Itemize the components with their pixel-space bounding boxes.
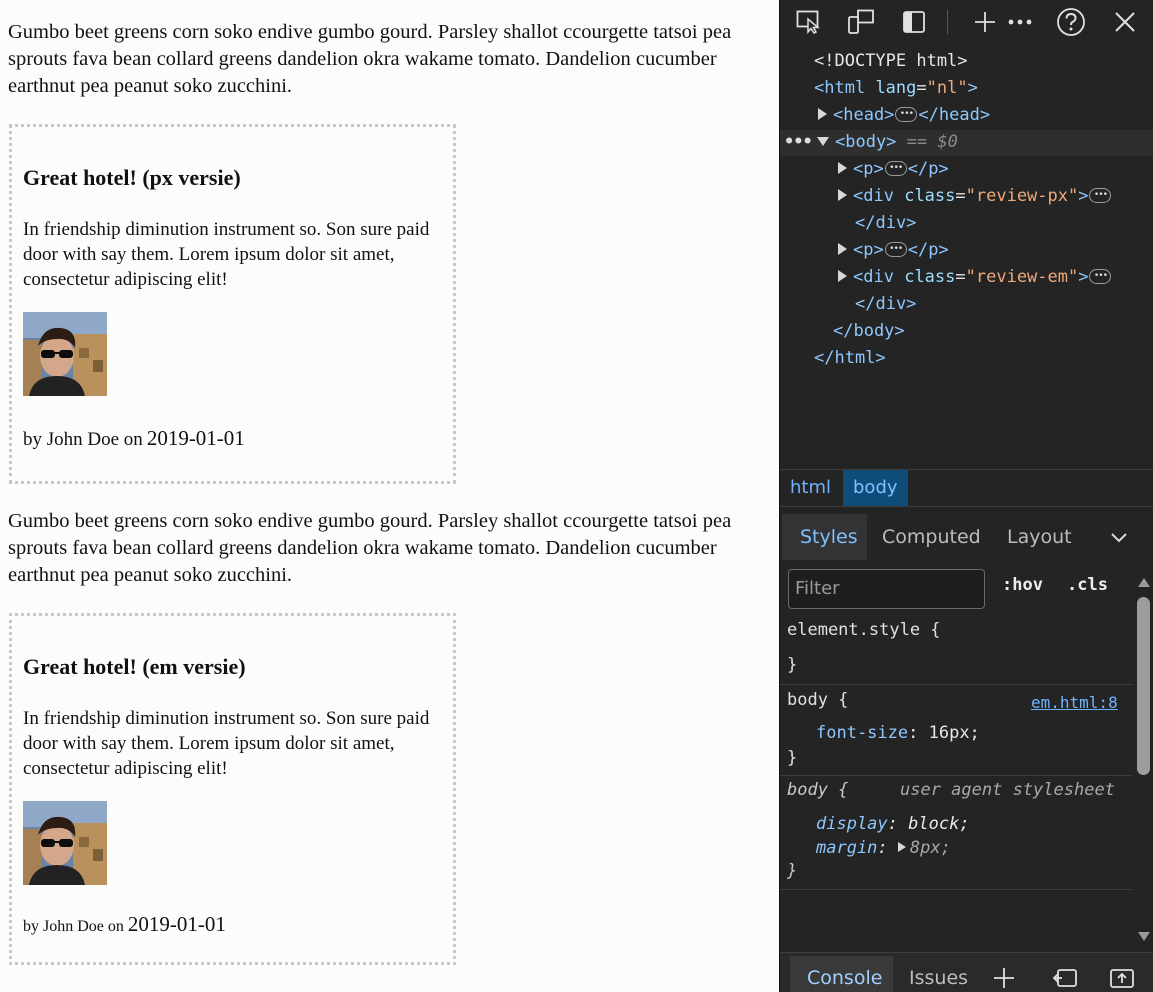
body-rule-selector[interactable]: body { bbox=[787, 690, 848, 710]
tab-layout[interactable]: Layout bbox=[1007, 515, 1072, 559]
expand-triangle-icon[interactable] bbox=[838, 243, 847, 255]
cls-toggle[interactable]: .cls bbox=[1067, 575, 1108, 595]
inspect-element-icon[interactable] bbox=[794, 7, 824, 37]
add-tab-icon[interactable] bbox=[970, 7, 1000, 37]
device-emulation-icon[interactable] bbox=[846, 7, 876, 37]
add-drawer-tab-icon[interactable] bbox=[992, 966, 1016, 992]
collapsed-content-icon[interactable] bbox=[884, 155, 907, 181]
breadcrumb-body[interactable]: body bbox=[843, 470, 908, 506]
sidebar-icon[interactable] bbox=[899, 7, 929, 37]
rule-close-brace: } bbox=[787, 861, 798, 881]
ua-rule-selector[interactable]: body { bbox=[787, 780, 848, 800]
scrollbar-thumb[interactable] bbox=[1137, 597, 1150, 775]
dom-html-close: </html> bbox=[814, 348, 886, 368]
dom-body-close: </body> bbox=[833, 321, 905, 341]
scroll-down-icon[interactable] bbox=[1137, 928, 1151, 947]
dom-div-review-px-node[interactable]: <div class="review-px"> bbox=[838, 182, 1112, 209]
collapsed-content-icon[interactable] bbox=[895, 101, 918, 127]
drawer-tab-issues[interactable]: Issues bbox=[909, 967, 968, 989]
dom-doctype[interactable]: <!DOCTYPE html> bbox=[814, 48, 968, 74]
avatar bbox=[23, 312, 107, 396]
scroll-up-icon[interactable] bbox=[1137, 573, 1151, 592]
tab-styles[interactable]: Styles bbox=[800, 515, 858, 559]
rule-close-brace: } bbox=[787, 748, 798, 768]
styles-pane: element.style { } body { em.html:8 font-… bbox=[780, 614, 1132, 954]
divider bbox=[780, 775, 1132, 776]
devtools-panel: <!DOCTYPE html> <html lang="nl"> <head><… bbox=[779, 0, 1153, 992]
page-preview: Gumbo beet greens corn soko endive gumbo… bbox=[0, 0, 779, 992]
help-icon[interactable] bbox=[1056, 7, 1086, 37]
avatar bbox=[23, 801, 107, 885]
styles-filter-input[interactable]: Filter bbox=[788, 569, 985, 609]
css-declaration-display[interactable]: display: block; bbox=[816, 814, 970, 834]
byline-date: 2019-01-01 bbox=[146, 426, 245, 450]
expand-drawer-icon[interactable] bbox=[1109, 966, 1135, 992]
byline-author: by John Doe on bbox=[23, 918, 124, 935]
byline: by John Doe on 2019-01-01 bbox=[23, 426, 245, 451]
divider bbox=[780, 684, 1132, 685]
rule-close-brace: } bbox=[787, 655, 798, 675]
divider bbox=[780, 889, 1132, 890]
dom-div-review-em-node[interactable]: <div class="review-em"> bbox=[838, 263, 1112, 290]
dom-head-node[interactable]: <head></head> bbox=[818, 101, 990, 128]
collapse-triangle-icon[interactable] bbox=[817, 136, 829, 146]
css-declaration-font-size[interactable]: font-size: 16px; bbox=[816, 723, 980, 743]
more-icon[interactable] bbox=[1005, 7, 1035, 37]
dom-p-node[interactable]: <p></p> bbox=[838, 155, 949, 182]
hov-toggle[interactable]: :hov bbox=[1002, 575, 1043, 595]
collapsed-content-icon[interactable] bbox=[884, 236, 907, 262]
divider bbox=[780, 506, 1153, 507]
byline-date: 2019-01-01 bbox=[127, 912, 226, 936]
css-declaration-margin[interactable]: margin: 8px; bbox=[816, 838, 951, 858]
dom-row-menu-icon[interactable]: ••• bbox=[784, 129, 813, 155]
dom-html-node[interactable]: <html lang="nl"> bbox=[814, 75, 978, 101]
rule-source-link[interactable]: em.html:8 bbox=[1031, 693, 1118, 712]
review-text: In friendship diminution instrument so. … bbox=[23, 219, 430, 290]
paragraph: Gumbo beet greens corn soko endive gumbo… bbox=[8, 21, 732, 97]
byline-author: by John Doe on bbox=[23, 429, 143, 450]
dock-side-icon[interactable] bbox=[1052, 966, 1078, 992]
toolbar-divider bbox=[947, 10, 948, 34]
collapsed-content-icon[interactable] bbox=[1089, 263, 1112, 289]
ua-source-label: user agent stylesheet bbox=[900, 780, 1115, 800]
review-em-card: Great hotel! (em versie) In friendship d… bbox=[9, 613, 456, 965]
paragraph: Gumbo beet greens corn soko endive gumbo… bbox=[8, 510, 732, 586]
expand-triangle-icon[interactable] bbox=[838, 270, 847, 282]
close-icon[interactable] bbox=[1110, 7, 1140, 37]
byline: by John Doe on 2019-01-01 bbox=[23, 912, 226, 937]
expand-triangle-icon[interactable] bbox=[897, 842, 906, 852]
dom-p-node[interactable]: <p></p> bbox=[838, 236, 949, 263]
expand-triangle-icon[interactable] bbox=[838, 189, 847, 201]
expand-triangle-icon[interactable] bbox=[818, 108, 827, 120]
dom-div-close: </div> bbox=[855, 213, 917, 233]
review-text: In friendship diminution instrument so. … bbox=[23, 708, 430, 779]
dom-body-node[interactable]: <body> == $0 bbox=[817, 129, 958, 155]
review-title: Great hotel! (px versie) bbox=[23, 165, 241, 190]
breadcrumb-html[interactable]: html bbox=[780, 470, 841, 506]
review-px-card: Great hotel! (px versie) In friendship d… bbox=[9, 124, 456, 484]
drawer-tab-console[interactable]: Console bbox=[807, 967, 882, 989]
tab-computed[interactable]: Computed bbox=[882, 515, 981, 559]
review-title: Great hotel! (em versie) bbox=[23, 654, 246, 679]
collapsed-content-icon[interactable] bbox=[1089, 182, 1112, 208]
element-style-rule[interactable]: element.style { bbox=[787, 620, 941, 640]
expand-triangle-icon[interactable] bbox=[838, 162, 847, 174]
dom-div-close: </div> bbox=[855, 294, 917, 314]
chevron-down-icon[interactable] bbox=[1110, 528, 1128, 547]
